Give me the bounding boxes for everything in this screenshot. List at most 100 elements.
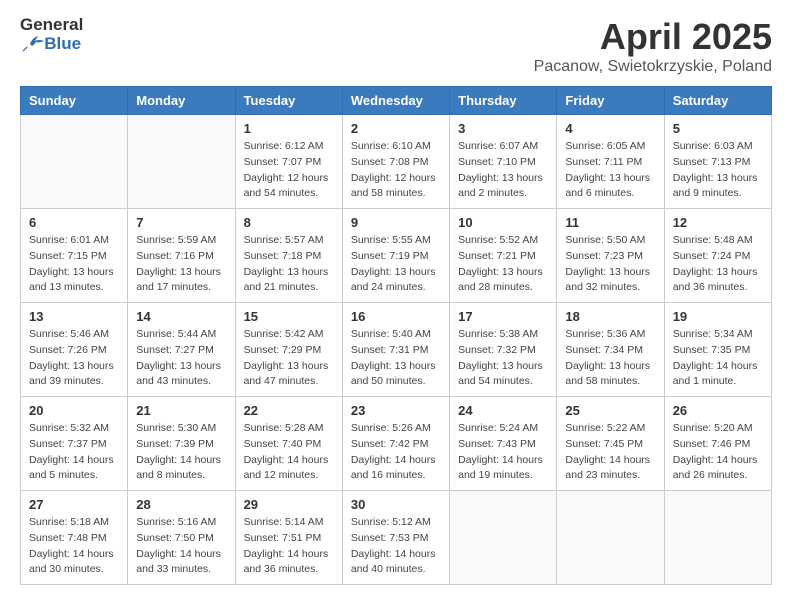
day-info: Sunrise: 5:38 AM Sunset: 7:32 PM Dayligh… [458,327,548,390]
week-row-4: 20Sunrise: 5:32 AM Sunset: 7:37 PM Dayli… [21,397,772,491]
day-info: Sunrise: 5:44 AM Sunset: 7:27 PM Dayligh… [136,327,226,390]
day-info: Sunrise: 5:55 AM Sunset: 7:19 PM Dayligh… [351,233,441,296]
day-info: Sunrise: 5:22 AM Sunset: 7:45 PM Dayligh… [565,421,655,484]
day-info: Sunrise: 5:14 AM Sunset: 7:51 PM Dayligh… [244,515,334,578]
day-number: 9 [351,215,441,230]
calendar-cell: 14 Sunrise: 5:44 AM Sunset: 7:27 PM Dayli… [128,303,235,397]
day-number: 5 [673,121,763,136]
calendar-cell: 2 Sunrise: 6:10 AM Sunset: 7:08 PM Daylig… [342,115,449,209]
week-row-2: 6Sunrise: 6:01 AM Sunset: 7:15 PM Daylig… [21,209,772,303]
calendar-cell: 10 Sunrise: 5:52 AM Sunset: 7:21 PM Dayli… [450,209,557,303]
day-info: Sunrise: 5:48 AM Sunset: 7:24 PM Dayligh… [673,233,763,296]
calendar-cell: 5Sunrise: 6:03 AM Sunset: 7:13 PM Daylig… [664,115,771,209]
day-info: Sunrise: 5:24 AM Sunset: 7:43 PM Dayligh… [458,421,548,484]
calendar-cell: 4 Sunrise: 6:05 AM Sunset: 7:11 PM Daylig… [557,115,664,209]
day-number: 12 [673,215,763,230]
calendar-cell: 29 Sunrise: 5:14 AM Sunset: 7:51 PM Dayli… [235,491,342,585]
day-info: Sunrise: 5:59 AM Sunset: 7:16 PM Dayligh… [136,233,226,296]
calendar-cell: 22 Sunrise: 5:28 AM Sunset: 7:40 PM Dayli… [235,397,342,491]
calendar-cell: 25 Sunrise: 5:22 AM Sunset: 7:45 PM Dayli… [557,397,664,491]
calendar-cell: 13 Sunrise: 5:46 AM Sunset: 7:26 PM Dayli… [21,303,128,397]
calendar-cell: 12 Sunrise: 5:48 AM Sunset: 7:24 PM Dayli… [664,209,771,303]
day-number: 14 [136,309,226,324]
day-number: 25 [565,403,655,418]
calendar-header-row: Sunday Monday Tuesday Wednesday Thursday… [21,87,772,115]
calendar-cell: 20Sunrise: 5:32 AM Sunset: 7:37 PM Dayli… [21,397,128,491]
day-number: 13 [29,309,119,324]
header-saturday: Saturday [664,87,771,115]
day-info: Sunrise: 6:10 AM Sunset: 7:08 PM Dayligh… [351,139,441,202]
logo-bird-icon [22,36,44,52]
calendar-cell [128,115,235,209]
day-number: 6 [29,215,119,230]
page-header: General Blue April 2025 Pacanow, Swietok… [20,16,772,76]
day-info: Sunrise: 5:28 AM Sunset: 7:40 PM Dayligh… [244,421,334,484]
day-number: 10 [458,215,548,230]
header-friday: Friday [557,87,664,115]
day-number: 19 [673,309,763,324]
day-number: 27 [29,497,119,512]
day-info: Sunrise: 6:05 AM Sunset: 7:11 PM Dayligh… [565,139,655,202]
calendar-cell: 3Sunrise: 6:07 AM Sunset: 7:10 PM Daylig… [450,115,557,209]
day-info: Sunrise: 5:20 AM Sunset: 7:46 PM Dayligh… [673,421,763,484]
calendar-cell: 19 Sunrise: 5:34 AM Sunset: 7:35 PM Dayli… [664,303,771,397]
calendar-cell [664,491,771,585]
calendar-cell [21,115,128,209]
day-number: 15 [244,309,334,324]
calendar-cell: 18 Sunrise: 5:36 AM Sunset: 7:34 PM Dayli… [557,303,664,397]
day-info: Sunrise: 5:26 AM Sunset: 7:42 PM Dayligh… [351,421,441,484]
day-number: 22 [244,403,334,418]
week-row-3: 13 Sunrise: 5:46 AM Sunset: 7:26 PM Dayli… [21,303,772,397]
logo-general: General [20,16,83,35]
day-info: Sunrise: 5:18 AM Sunset: 7:48 PM Dayligh… [29,515,119,578]
calendar-cell: 7Sunrise: 5:59 AM Sunset: 7:16 PM Daylig… [128,209,235,303]
header-wednesday: Wednesday [342,87,449,115]
month-year-title: April 2025 [534,16,772,58]
calendar-cell: 11Sunrise: 5:50 AM Sunset: 7:23 PM Dayli… [557,209,664,303]
day-number: 30 [351,497,441,512]
day-number: 18 [565,309,655,324]
title-area: April 2025 Pacanow, Swietokrzyskie, Pola… [534,16,772,76]
calendar-cell [450,491,557,585]
calendar-cell: 21 Sunrise: 5:30 AM Sunset: 7:39 PM Dayli… [128,397,235,491]
day-number: 23 [351,403,441,418]
day-number: 4 [565,121,655,136]
day-info: Sunrise: 5:36 AM Sunset: 7:34 PM Dayligh… [565,327,655,390]
calendar-cell: 15 Sunrise: 5:42 AM Sunset: 7:29 PM Dayli… [235,303,342,397]
day-number: 26 [673,403,763,418]
day-number: 21 [136,403,226,418]
calendar-cell: 8 Sunrise: 5:57 AM Sunset: 7:18 PM Daylig… [235,209,342,303]
header-sunday: Sunday [21,87,128,115]
calendar-cell: 28 Sunrise: 5:16 AM Sunset: 7:50 PM Dayli… [128,491,235,585]
header-thursday: Thursday [450,87,557,115]
day-info: Sunrise: 5:12 AM Sunset: 7:53 PM Dayligh… [351,515,441,578]
day-info: Sunrise: 5:42 AM Sunset: 7:29 PM Dayligh… [244,327,334,390]
calendar-cell: 17 Sunrise: 5:38 AM Sunset: 7:32 PM Dayli… [450,303,557,397]
day-info: Sunrise: 5:32 AM Sunset: 7:37 PM Dayligh… [29,421,119,484]
day-number: 28 [136,497,226,512]
day-info: Sunrise: 5:40 AM Sunset: 7:31 PM Dayligh… [351,327,441,390]
logo-blue: Blue [44,35,81,54]
day-info: Sunrise: 5:52 AM Sunset: 7:21 PM Dayligh… [458,233,548,296]
calendar-cell: 30 Sunrise: 5:12 AM Sunset: 7:53 PM Dayli… [342,491,449,585]
day-number: 8 [244,215,334,230]
calendar-cell [557,491,664,585]
day-info: Sunrise: 5:34 AM Sunset: 7:35 PM Dayligh… [673,327,763,390]
day-number: 1 [244,121,334,136]
calendar-cell: 1 Sunrise: 6:12 AM Sunset: 7:07 PM Daylig… [235,115,342,209]
logo: General Blue [20,16,87,53]
calendar-cell: 27 Sunrise: 5:18 AM Sunset: 7:48 PM Dayli… [21,491,128,585]
day-number: 17 [458,309,548,324]
day-number: 29 [244,497,334,512]
header-tuesday: Tuesday [235,87,342,115]
day-info: Sunrise: 6:12 AM Sunset: 7:07 PM Dayligh… [244,139,334,202]
day-info: Sunrise: 5:57 AM Sunset: 7:18 PM Dayligh… [244,233,334,296]
day-info: Sunrise: 5:30 AM Sunset: 7:39 PM Dayligh… [136,421,226,484]
day-info: Sunrise: 5:46 AM Sunset: 7:26 PM Dayligh… [29,327,119,390]
calendar-cell: 9 Sunrise: 5:55 AM Sunset: 7:19 PM Daylig… [342,209,449,303]
day-info: Sunrise: 5:16 AM Sunset: 7:50 PM Dayligh… [136,515,226,578]
location-subtitle: Pacanow, Swietokrzyskie, Poland [534,58,772,76]
calendar-table: Sunday Monday Tuesday Wednesday Thursday… [20,86,772,585]
calendar-cell: 16Sunrise: 5:40 AM Sunset: 7:31 PM Dayli… [342,303,449,397]
day-number: 2 [351,121,441,136]
